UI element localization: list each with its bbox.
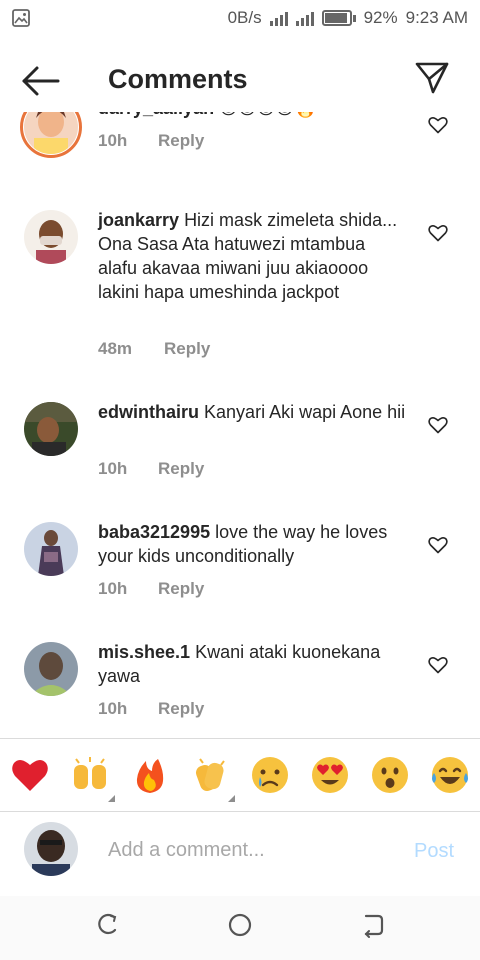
signal-icon-2 xyxy=(295,10,314,26)
like-heart-icon[interactable] xyxy=(428,416,448,434)
header: Comments xyxy=(0,44,480,116)
like-heart-icon[interactable] xyxy=(428,224,448,242)
signal-icon xyxy=(269,10,288,26)
comment-meta: 10h Reply xyxy=(98,131,204,151)
comment-composer: Post xyxy=(0,812,480,896)
post-button[interactable]: Post xyxy=(414,840,454,863)
skin-tone-caret[interactable] xyxy=(228,795,235,802)
clock: 9:23 AM xyxy=(405,8,468,27)
tears-of-joy-emoji[interactable] xyxy=(430,755,470,795)
like-heart-icon[interactable] xyxy=(428,656,448,674)
surprised-face-emoji[interactable] xyxy=(370,755,410,795)
comment-meta: 10h Reply xyxy=(98,699,204,719)
comments-list[interactable]: darry_aaliyah 😍😍😍😍🔥 10h Reply joankarry … xyxy=(0,112,480,736)
battery-icon xyxy=(321,10,356,26)
avatar[interactable] xyxy=(24,642,78,696)
comment-time: 48m xyxy=(98,339,133,358)
comment-time: 10h xyxy=(98,459,128,478)
like-heart-icon[interactable] xyxy=(428,536,448,554)
crying-face-emoji[interactable] xyxy=(250,755,290,795)
comment-item: darry_aaliyah 😍😍😍😍🔥 10h Reply xyxy=(0,112,480,192)
back-icon[interactable] xyxy=(360,912,386,938)
comment-item: joankarry Hizi mask zimeleta shida... On… xyxy=(0,208,480,378)
skin-tone-caret[interactable] xyxy=(108,795,115,802)
comment-item: edwinthairu Kanyari Aki wapi Aone hii 10… xyxy=(0,400,480,490)
reply-button[interactable]: Reply xyxy=(158,459,204,479)
comment-text: edwinthairu Kanyari Aki wapi Aone hii xyxy=(98,400,408,424)
comment-input[interactable] xyxy=(108,836,398,864)
gallery-icon xyxy=(12,9,30,27)
comment-text: baba3212995 love the way he loves your k… xyxy=(98,520,408,568)
page-title: Comments xyxy=(108,64,248,94)
recent-apps-icon[interactable] xyxy=(94,912,120,938)
comment-time: 10h xyxy=(98,131,128,150)
home-icon[interactable] xyxy=(227,912,253,938)
comment-username[interactable]: darry_aaliyah xyxy=(98,112,214,118)
comment-username[interactable]: baba3212995 xyxy=(98,522,210,542)
comment-meta: 10h Reply xyxy=(98,459,204,479)
avatar xyxy=(24,822,78,876)
paper-plane-icon[interactable] xyxy=(414,60,450,96)
reply-button[interactable]: Reply xyxy=(158,579,204,599)
comment-text: joankarry Hizi mask zimeleta shida... On… xyxy=(98,208,408,304)
comment-meta: 48m Reply xyxy=(98,339,210,359)
comment-item: mis.shee.1 Kwani ataki kuonekana yawa 10… xyxy=(0,640,480,730)
status-right: 0B/s 92% 9:23 AM xyxy=(228,8,468,28)
system-nav-bar xyxy=(0,896,480,960)
heart-eyes-emoji[interactable] xyxy=(310,755,350,795)
reply-button[interactable]: Reply xyxy=(158,131,204,151)
clapping-hands-emoji[interactable] xyxy=(190,755,230,795)
comment-item: baba3212995 love the way he loves your k… xyxy=(0,520,480,610)
emoji-bar xyxy=(0,738,480,812)
status-left xyxy=(12,9,30,27)
comment-time: 10h xyxy=(98,699,128,718)
reply-button[interactable]: Reply xyxy=(164,339,210,359)
comment-meta: 10h Reply xyxy=(98,579,204,599)
comment-username[interactable]: joankarry xyxy=(98,210,179,230)
battery-percent: 92% xyxy=(363,8,398,27)
like-heart-icon[interactable] xyxy=(428,116,448,134)
status-bar: 0B/s 92% 9:23 AM xyxy=(0,0,480,36)
fire-emoji[interactable] xyxy=(130,755,170,795)
avatar[interactable] xyxy=(24,210,78,264)
reply-button[interactable]: Reply xyxy=(158,699,204,719)
comment-username[interactable]: mis.shee.1 xyxy=(98,642,190,662)
comment-content: Kanyari Aki wapi Aone hii xyxy=(204,402,406,422)
comment-time: 10h xyxy=(98,579,128,598)
comment-username[interactable]: edwinthairu xyxy=(98,402,199,422)
back-arrow-icon[interactable] xyxy=(20,64,60,98)
comment-text: darry_aaliyah 😍😍😍😍🔥 xyxy=(98,112,408,120)
comment-emoji: 😍😍😍😍🔥 xyxy=(219,112,316,118)
data-rate: 0B/s xyxy=(227,8,262,27)
avatar[interactable] xyxy=(24,522,78,576)
raising-hands-emoji[interactable] xyxy=(70,755,110,795)
avatar[interactable] xyxy=(24,402,78,456)
red-heart-emoji[interactable] xyxy=(10,755,50,795)
comment-text: mis.shee.1 Kwani ataki kuonekana yawa xyxy=(98,640,408,688)
